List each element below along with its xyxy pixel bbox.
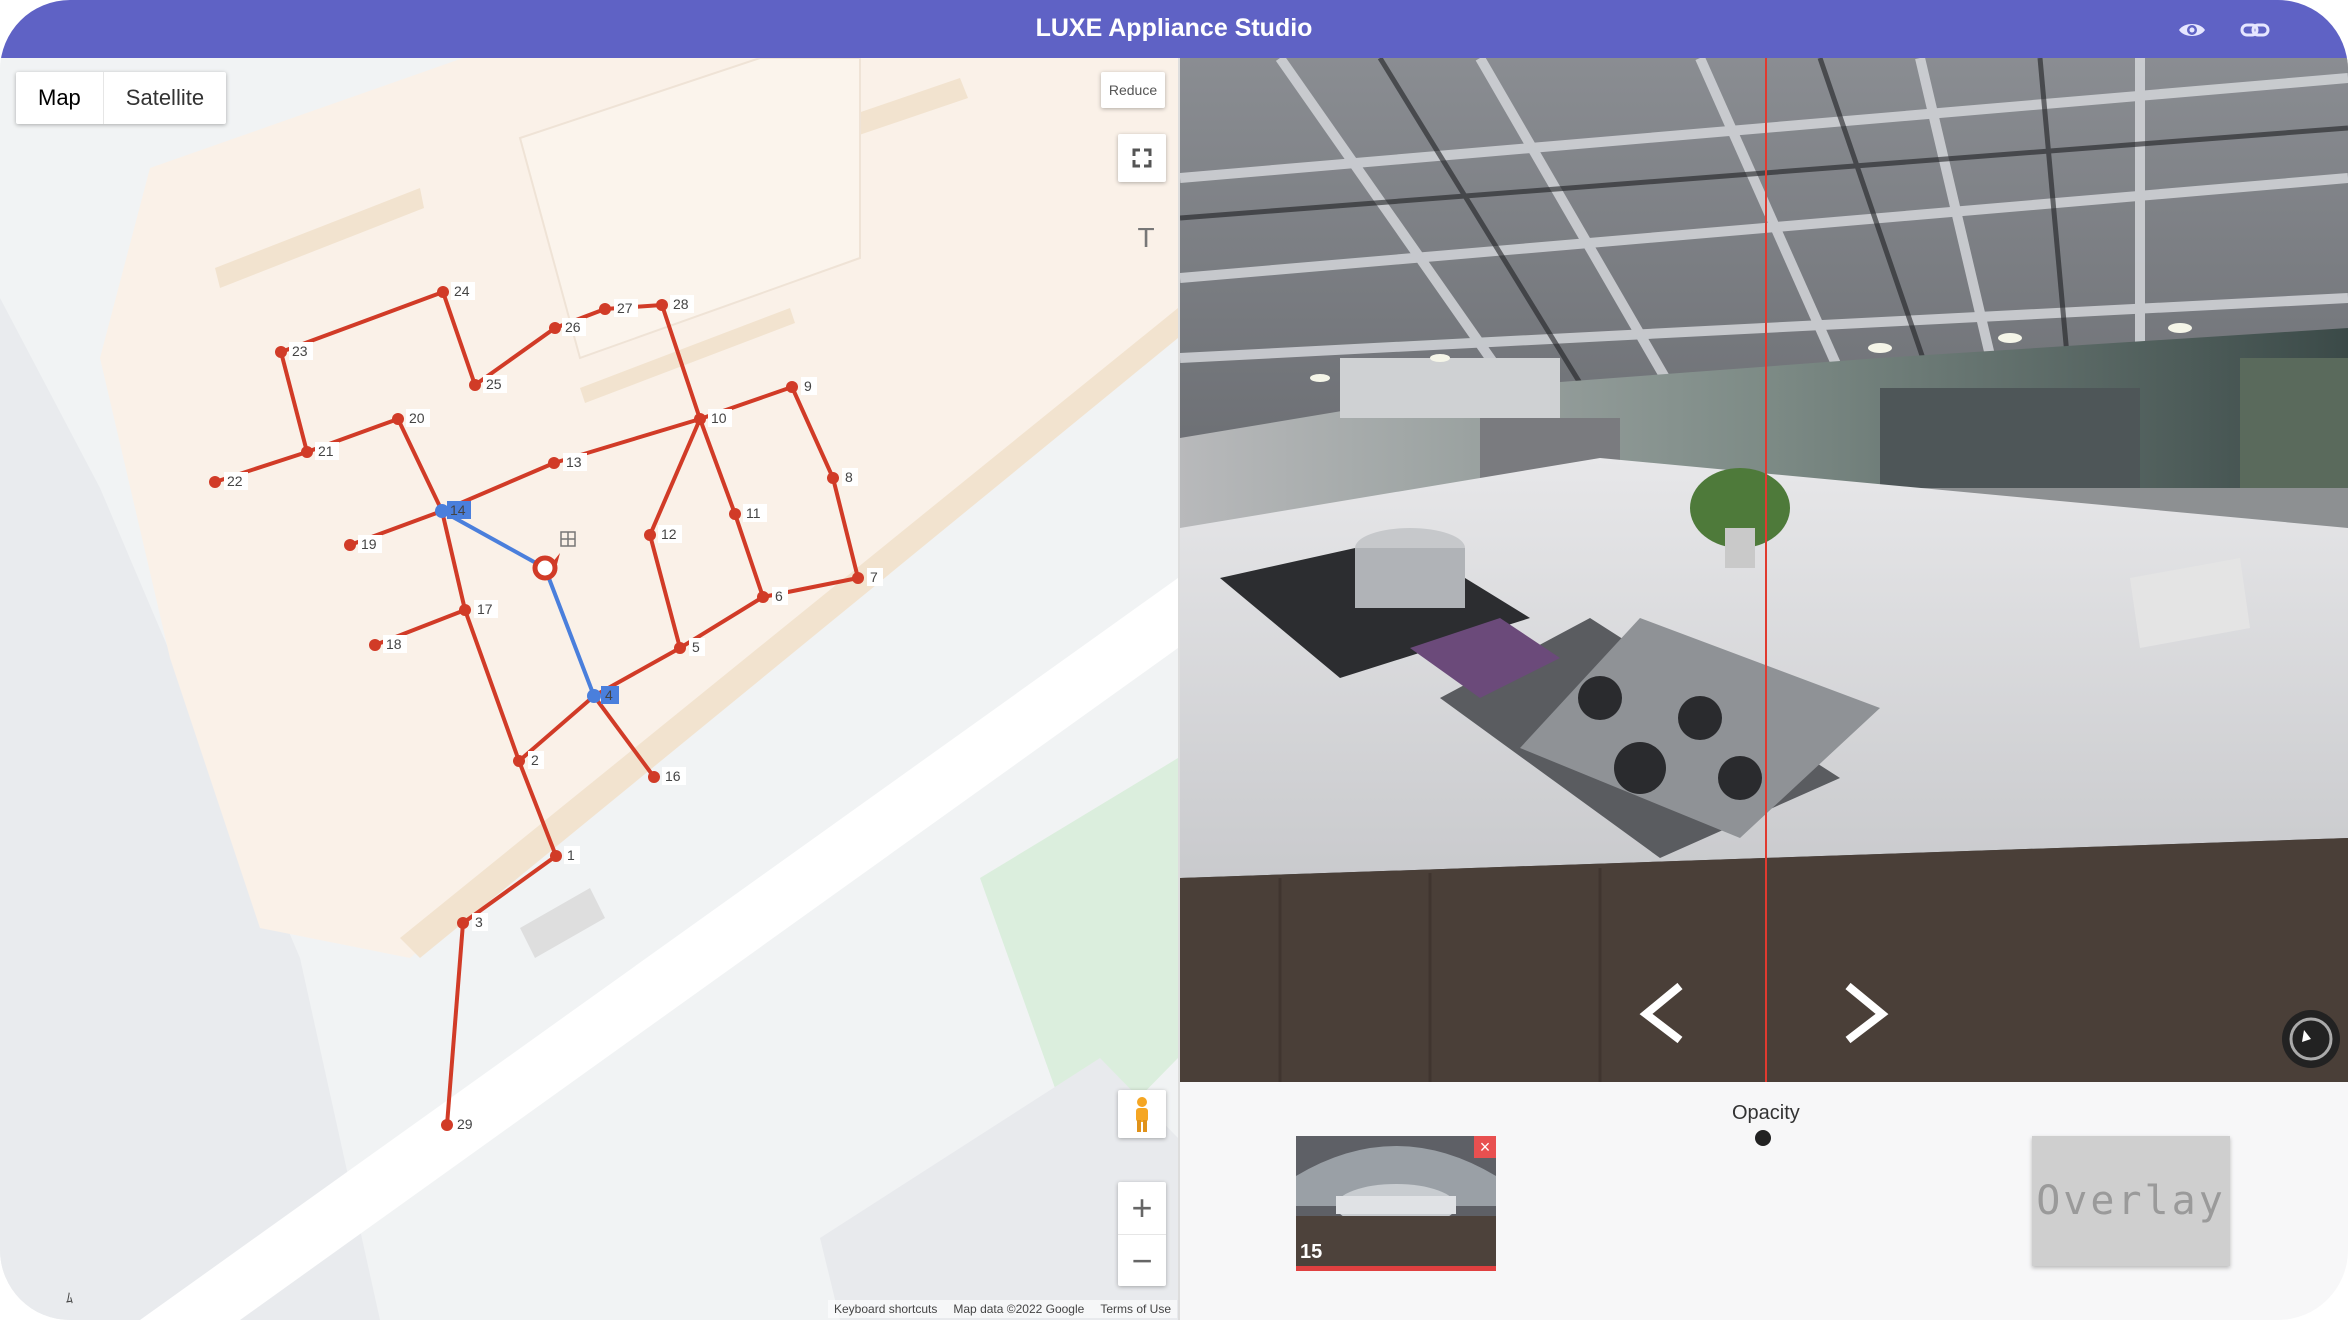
node-13 xyxy=(548,457,560,469)
node-label: 1 xyxy=(567,847,575,863)
node-4 xyxy=(587,689,601,703)
node-label: 25 xyxy=(486,376,502,392)
text-tool-button[interactable]: T xyxy=(1128,220,1164,256)
node-label: 3 xyxy=(475,914,483,930)
app-window: LUXE Appliance Studio ﾑ 1 2 3 4 5 6 7 8 … xyxy=(0,0,2348,1320)
node-label: 22 xyxy=(227,473,243,489)
node-14 xyxy=(435,504,449,518)
node-18 xyxy=(369,639,381,651)
node-26 xyxy=(549,322,561,334)
node-25 xyxy=(469,379,481,391)
node-9 xyxy=(786,381,798,393)
thumbnail-number: 15 xyxy=(1300,1241,1323,1263)
node-label: 10 xyxy=(711,410,727,426)
node-label: 6 xyxy=(775,588,783,604)
split-line[interactable] xyxy=(1765,58,1767,1082)
node-label: 14 xyxy=(450,502,466,518)
thumbnail-close-button[interactable]: × xyxy=(1474,1136,1496,1158)
node-6 xyxy=(757,591,769,603)
node-27 xyxy=(599,303,611,315)
node-label: 9 xyxy=(804,378,812,394)
node-label: 24 xyxy=(454,283,470,299)
node-label: 18 xyxy=(386,636,402,652)
node-label: 23 xyxy=(292,343,308,359)
thumbnail-image xyxy=(1296,1136,1496,1266)
link-icon[interactable] xyxy=(2239,14,2271,46)
node-24 xyxy=(437,286,449,298)
eye-icon[interactable] xyxy=(2176,14,2208,46)
node-label: 28 xyxy=(673,296,689,312)
node-23 xyxy=(275,346,287,358)
reduce-button[interactable]: Reduce xyxy=(1101,72,1165,108)
node-label: 13 xyxy=(566,454,582,470)
node-label: 17 xyxy=(477,601,493,617)
node-label: 5 xyxy=(692,639,700,655)
node-2 xyxy=(513,755,525,767)
overlay-button[interactable]: Overlay xyxy=(2032,1136,2230,1266)
node-label: 12 xyxy=(661,526,677,542)
pegman-button[interactable] xyxy=(1118,1090,1166,1138)
panorama-thumbnail[interactable]: 15 × xyxy=(1296,1136,1496,1271)
compass-icon xyxy=(2289,1017,2333,1061)
top-bar: LUXE Appliance Studio xyxy=(0,0,2348,58)
node-29 xyxy=(441,1119,453,1131)
node-3 xyxy=(457,917,469,929)
pegman-icon xyxy=(1136,1097,1148,1132)
fullscreen-button[interactable] xyxy=(1118,134,1166,182)
map-type-control: Map Satellite xyxy=(16,72,227,124)
satellite-tab[interactable]: Satellite xyxy=(102,72,226,124)
fullscreen-icon xyxy=(1132,148,1152,168)
map-tab[interactable]: Map xyxy=(16,72,103,124)
node-label: 19 xyxy=(361,536,377,552)
node-7 xyxy=(852,572,864,584)
overlay-panel: Opacity 15 × Overlay xyxy=(1180,1082,2348,1320)
node-10 xyxy=(694,413,706,425)
app-title: LUXE Appliance Studio xyxy=(1035,14,1313,42)
node-12 xyxy=(644,529,656,541)
opacity-label: Opacity xyxy=(1732,1102,1800,1124)
node-8 xyxy=(827,472,839,484)
panorama-image xyxy=(1180,58,2348,1082)
node-label: 11 xyxy=(746,505,761,521)
node-11 xyxy=(729,508,741,520)
node-label: 29 xyxy=(457,1116,473,1132)
opacity-slider-handle[interactable] xyxy=(1755,1130,1771,1146)
panorama-viewer[interactable] xyxy=(1180,58,2348,1082)
floorplan-map[interactable]: ﾑ 1 2 3 4 5 6 7 8 9 10 11 12 13 14 16 17… xyxy=(0,58,1178,1320)
node-19 xyxy=(344,539,356,551)
map-corner-mark: ﾑ xyxy=(66,1290,73,1306)
terms-link[interactable]: Terms of Use xyxy=(1100,1302,1171,1316)
keyboard-shortcuts-link[interactable]: Keyboard shortcuts xyxy=(834,1302,937,1316)
node-22 xyxy=(209,476,221,488)
node-label: 16 xyxy=(665,768,681,784)
node-label: 21 xyxy=(318,443,334,459)
map-footer: Keyboard shortcuts Map data ©2022 Google… xyxy=(828,1300,1178,1318)
node-label: 7 xyxy=(870,569,878,585)
node-5 xyxy=(674,642,686,654)
zoom-in-button[interactable]: + xyxy=(1118,1182,1166,1235)
node-label: 20 xyxy=(409,410,425,426)
node-label: 26 xyxy=(565,319,581,335)
node-28 xyxy=(656,299,668,311)
map-data-attribution: Map data ©2022 Google xyxy=(953,1302,1085,1316)
node-20 xyxy=(392,413,404,425)
node-label: 8 xyxy=(845,469,853,485)
node-label: 2 xyxy=(531,752,539,768)
node-16 xyxy=(648,771,660,783)
node-label: 4 xyxy=(605,687,613,703)
zoom-out-button[interactable]: − xyxy=(1118,1235,1166,1287)
zoom-control: + − xyxy=(1118,1182,1166,1286)
node-1 xyxy=(550,850,562,862)
node-label: 27 xyxy=(617,300,633,316)
compass-button[interactable] xyxy=(2282,1010,2340,1068)
node-17 xyxy=(459,604,471,616)
previous-arrow-icon[interactable] xyxy=(1632,978,1692,1048)
next-arrow-icon[interactable] xyxy=(1836,978,1896,1048)
node-21 xyxy=(301,446,313,458)
map-pane[interactable]: ﾑ 1 2 3 4 5 6 7 8 9 10 11 12 13 14 16 17… xyxy=(0,58,1178,1320)
